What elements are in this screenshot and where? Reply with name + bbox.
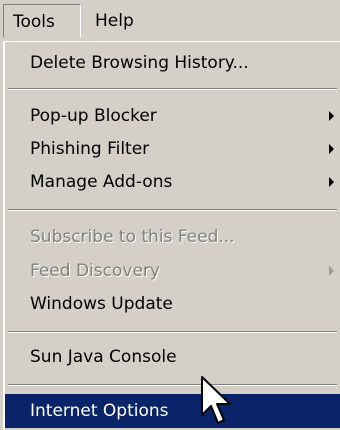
mouse-pointer-icon xyxy=(201,376,231,424)
menu-item-phishing-filter[interactable]: Phishing Filter xyxy=(5,132,340,166)
menu-item-subscribe-feed: Subscribe to this Feed... xyxy=(5,220,340,254)
menu-item-label: Sun Java Console xyxy=(30,347,177,367)
menu-item-label: Delete Browsing History... xyxy=(30,53,249,73)
menu-item-feed-discovery: Feed Discovery xyxy=(5,254,340,288)
menu-separator xyxy=(8,384,337,386)
menu-item-label: Internet Options xyxy=(30,401,169,421)
submenu-arrow-icon xyxy=(329,266,334,276)
menu-item-label: Feed Discovery xyxy=(30,261,160,281)
menu-tools-label: Tools xyxy=(13,12,55,32)
menu-help-label: Help xyxy=(95,11,134,31)
submenu-arrow-icon xyxy=(329,111,334,121)
menu-separator xyxy=(8,331,337,333)
menu-item-label: Phishing Filter xyxy=(30,139,150,159)
menu-tools[interactable]: Tools xyxy=(3,4,81,38)
menu-item-label: Windows Update xyxy=(30,294,173,314)
submenu-arrow-icon xyxy=(329,177,334,187)
menu-item-delete-history[interactable]: Delete Browsing History... xyxy=(5,46,340,80)
menu-item-label: Subscribe to this Feed... xyxy=(30,227,235,247)
menu-item-label: Pop-up Blocker xyxy=(30,106,157,126)
submenu-arrow-icon xyxy=(329,144,334,154)
menu-bar: Tools Help xyxy=(0,0,340,42)
menu-item-windows-update[interactable]: Windows Update xyxy=(5,287,340,321)
menu-item-sun-java-console[interactable]: Sun Java Console xyxy=(5,340,340,374)
menu-item-internet-options[interactable]: Internet Options xyxy=(5,394,340,428)
menu-separator xyxy=(8,209,337,211)
menu-item-manage-addons[interactable]: Manage Add-ons xyxy=(5,165,340,199)
menu-item-popup-blocker[interactable]: Pop-up Blocker xyxy=(5,99,340,133)
menu-item-label: Manage Add-ons xyxy=(30,172,173,192)
menu-help[interactable]: Help xyxy=(86,4,143,38)
tools-dropdown-menu: Delete Browsing History... Pop-up Blocke… xyxy=(3,41,340,430)
menu-separator xyxy=(8,88,337,90)
